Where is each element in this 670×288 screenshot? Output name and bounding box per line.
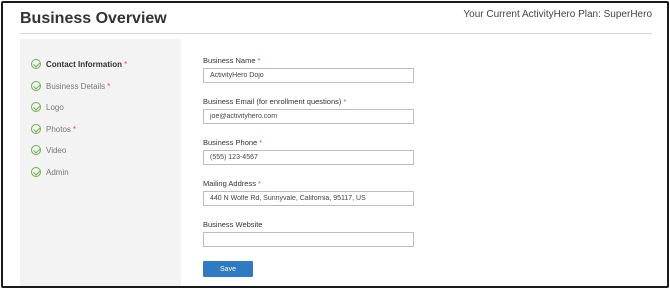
business-phone-label: Business Phone * [203, 138, 262, 147]
required-asterisk: * [343, 97, 347, 106]
required-asterisk: * [107, 81, 111, 91]
business-name-label: Business Name * [203, 56, 260, 65]
check-circle-icon [31, 102, 41, 112]
required-asterisk: * [259, 138, 263, 147]
sidebar-item-admin[interactable]: Admin [31, 165, 69, 179]
sidebar-item-label: Contact Information [46, 59, 122, 69]
business-phone-input[interactable] [203, 150, 414, 165]
sidebar-item-label: Photos [46, 124, 71, 134]
sidebar: Contact Information * Business Details *… [20, 39, 181, 286]
app-window: Business Overview Your Current ActivityH… [1, 1, 669, 288]
header-divider [20, 33, 652, 34]
business-website-label-text: Business Website [203, 220, 263, 229]
business-email-label: Business Email (for enrollment questions… [203, 97, 346, 106]
business-name-input[interactable] [203, 68, 414, 83]
sidebar-item-label: Admin [46, 167, 69, 177]
required-asterisk: * [72, 124, 77, 134]
business-email-input[interactable] [203, 109, 414, 124]
required-asterisk: * [124, 59, 128, 69]
required-asterisk: * [257, 179, 261, 188]
sidebar-item-contact-information[interactable]: Contact Information * [31, 57, 127, 71]
check-circle-icon [31, 81, 41, 91]
required-asterisk: * [257, 56, 261, 65]
business-website-input[interactable] [203, 232, 414, 247]
check-circle-icon [31, 145, 41, 155]
mailing-address-label: Mailing Address * [203, 179, 261, 188]
sidebar-item-logo[interactable]: Logo [31, 100, 64, 114]
sidebar-item-business-details[interactable]: Business Details * [31, 79, 110, 93]
mailing-address-input[interactable] [203, 191, 414, 206]
sidebar-item-label: Logo [46, 102, 64, 112]
check-circle-icon [31, 59, 41, 69]
sidebar-item-video[interactable]: Video [31, 143, 66, 157]
mailing-address-label-text: Mailing Address [203, 179, 256, 188]
check-circle-icon [31, 124, 41, 134]
sidebar-item-photos[interactable]: Photos * [31, 122, 76, 136]
business-email-label-text: Business Email (for enrollment questions… [203, 97, 342, 106]
check-circle-icon [31, 167, 41, 177]
business-phone-label-text: Business Phone [203, 138, 258, 147]
business-website-label: Business Website [203, 220, 262, 229]
sidebar-item-label: Video [46, 145, 67, 155]
save-button[interactable]: Save [203, 261, 253, 277]
current-plan-text: Your Current ActivityHero Plan: SuperHer… [463, 9, 652, 20]
sidebar-item-label: Business Details [46, 81, 106, 91]
page-title: Business Overview [20, 10, 167, 27]
business-name-label-text: Business Name [203, 56, 256, 65]
